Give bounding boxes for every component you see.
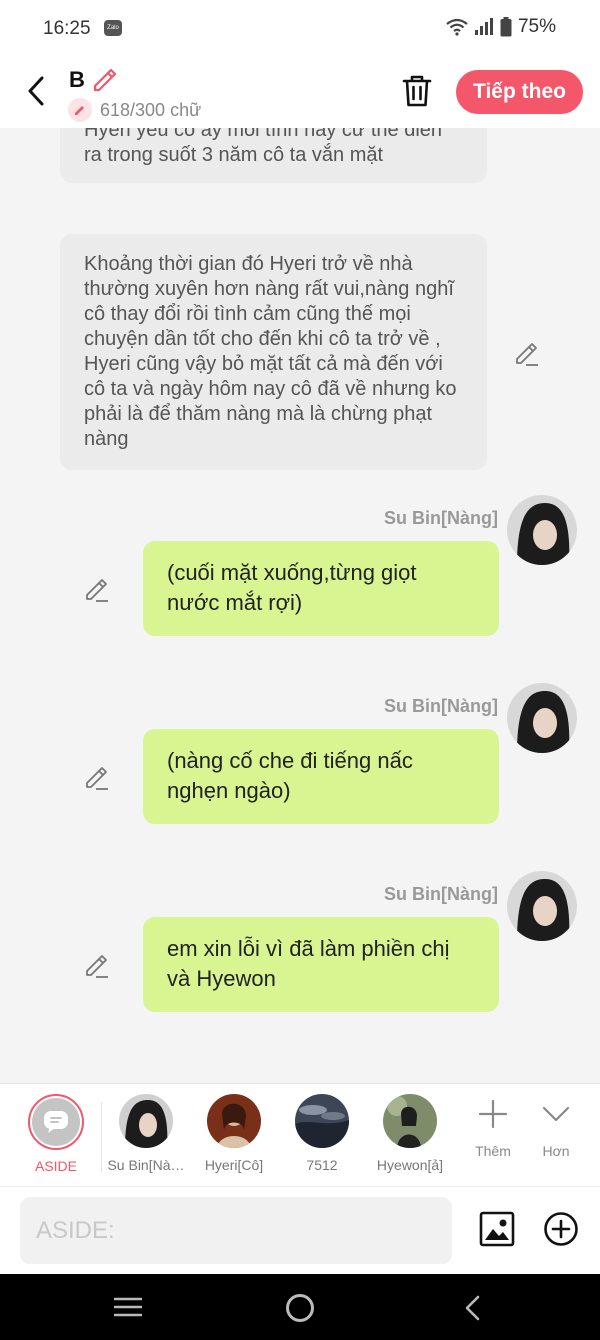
avatar (383, 1094, 437, 1148)
edit-icon[interactable] (84, 953, 110, 979)
char-count: 618/300 chữ (68, 98, 201, 122)
sender-name: Su Bin[Nàng] (384, 508, 498, 528)
battery-icon (500, 17, 512, 37)
home-icon[interactable] (286, 1294, 314, 1322)
chat-bubble[interactable]: (nàng cố che đi tiếng nấc nghẹn ngào) (143, 729, 499, 824)
narration-bubble[interactable]: Hyeri yêu cô ấy mối tình này cứ thế diễn… (60, 128, 487, 183)
edit-icon[interactable] (84, 577, 110, 603)
chevron-down-icon (542, 1106, 570, 1122)
status-time: 16:25 (43, 18, 91, 39)
back-arrow-icon[interactable] (22, 74, 50, 108)
wifi-icon (446, 18, 468, 36)
avatar[interactable] (507, 871, 577, 941)
sender-name: Su Bin[Nàng] (384, 884, 498, 904)
add-character-button[interactable]: Thêm (463, 1098, 523, 1159)
chat-bubble[interactable]: em xin lỗi vì đã làm phiền chị và Hyewon (143, 917, 499, 1012)
message-list[interactable]: Hyeri yêu cô ấy mối tình này cứ thế diễn… (0, 128, 600, 1083)
character-hyeri[interactable]: Hyeri[Cô] (189, 1094, 279, 1173)
character-name: 7512 (306, 1157, 338, 1173)
character-name: Hyewon[ả] (376, 1157, 444, 1173)
next-button[interactable]: Tiếp theo (456, 70, 583, 114)
chat-message: Su Bin[Nàng] em xin lỗi vì đã làm phiền … (0, 871, 600, 1044)
sender-name: Su Bin[Nàng] (384, 696, 498, 716)
char-count-text: 618/300 chữ (100, 99, 202, 120)
story-header: B 618/300 chữ Tiếp theo (0, 58, 600, 128)
add-circle-icon[interactable] (543, 1211, 579, 1247)
status-bar: 16:25 Zalo 75% (0, 0, 600, 58)
character-name: Su Bin[Nà… (107, 1157, 185, 1173)
character-subin[interactable]: Su Bin[Nà… (101, 1094, 191, 1173)
add-label: Thêm (475, 1143, 511, 1159)
system-nav-bar (0, 1274, 600, 1340)
more-characters-button[interactable]: Hơn (526, 1098, 586, 1159)
avatar[interactable] (507, 495, 577, 565)
input-bar (0, 1186, 600, 1274)
edit-title-icon[interactable] (91, 66, 117, 92)
nav-back-icon[interactable] (462, 1294, 484, 1322)
character-aside[interactable]: ASIDE (11, 1094, 101, 1174)
trash-icon[interactable] (401, 74, 433, 108)
edit-icon[interactable] (84, 765, 110, 791)
character-name: ASIDE (34, 1158, 77, 1174)
image-icon[interactable] (479, 1211, 515, 1247)
chat-message: Su Bin[Nàng] (cuối mặt xuống,từng giọt n… (0, 495, 600, 668)
message-input[interactable] (20, 1197, 452, 1264)
recents-icon[interactable] (114, 1296, 142, 1318)
zalo-notification-icon: Zalo (104, 20, 122, 36)
signal-icon (474, 18, 493, 35)
story-title: B (69, 67, 85, 92)
pencil-icon (68, 98, 92, 122)
chat-message: Su Bin[Nàng] (nàng cố che đi tiếng nấc n… (0, 683, 600, 856)
battery-percent: 75% (517, 16, 556, 37)
character-7512[interactable]: 7512 (277, 1094, 367, 1173)
character-selector: ASIDE Su Bin[Nà… Hyeri[Cô] 7512 Hyewon[ả… (0, 1083, 600, 1186)
chat-bubble-icon (32, 1098, 80, 1146)
edit-icon[interactable] (514, 341, 540, 367)
more-label: Hơn (542, 1143, 570, 1159)
avatar (207, 1094, 261, 1148)
status-indicators: 75% (446, 16, 556, 38)
avatar (119, 1094, 173, 1148)
character-name: Hyeri[Cô] (204, 1157, 264, 1173)
narration-bubble[interactable]: Khoảng thời gian đó Hyeri trở về nhà thư… (60, 234, 487, 470)
plus-icon (478, 1099, 508, 1129)
avatar[interactable] (507, 683, 577, 753)
chat-bubble[interactable]: (cuối mặt xuống,từng giọt nước mắt rợi) (143, 541, 499, 636)
aside-ring (28, 1094, 84, 1150)
avatar (295, 1094, 349, 1148)
character-hyewon[interactable]: Hyewon[ả] (365, 1094, 455, 1173)
